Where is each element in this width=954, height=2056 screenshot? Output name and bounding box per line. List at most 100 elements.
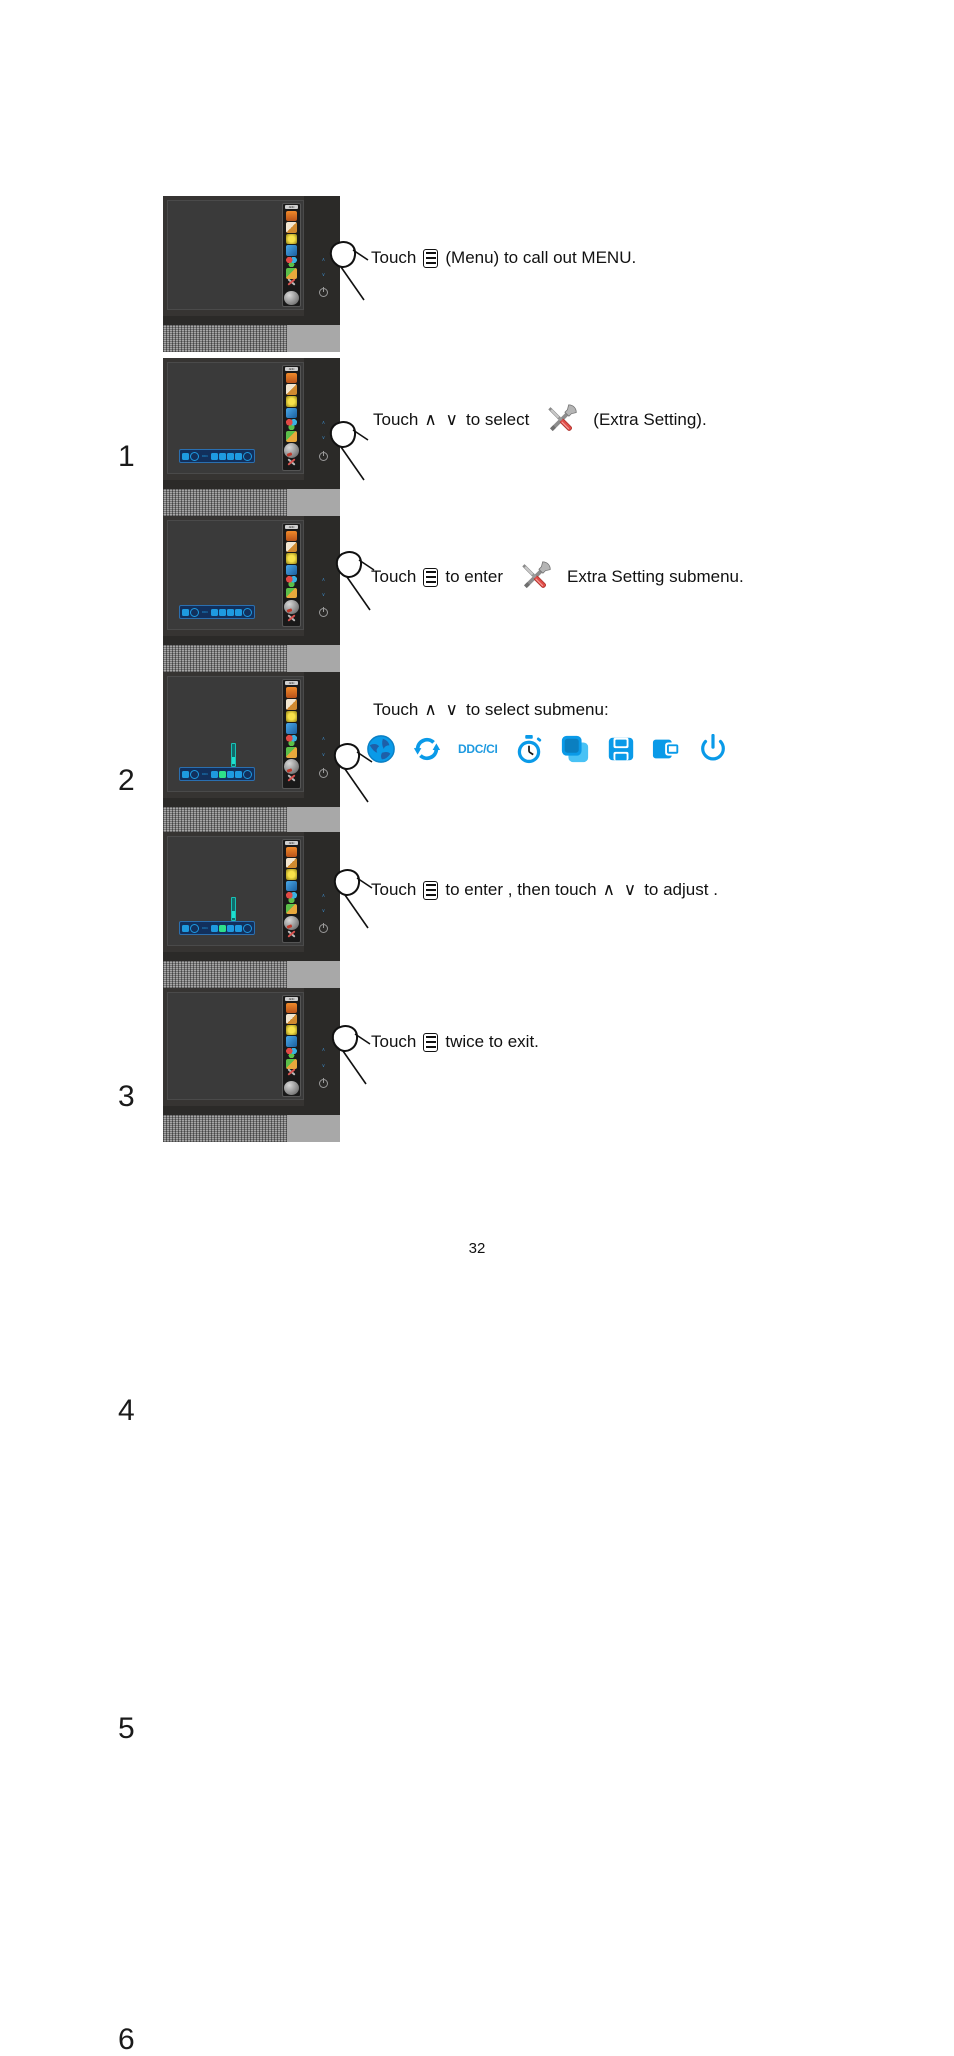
down-button[interactable]: ∨ <box>321 436 326 441</box>
osd-bar-off-timer-stopwatch-icon[interactable] <box>211 770 218 778</box>
image-ratio-icon[interactable] <box>652 734 682 764</box>
picture-boost-icon[interactable] <box>286 722 297 734</box>
osd-setup-icon[interactable] <box>286 576 297 587</box>
up-button[interactable]: ∧ <box>321 577 326 583</box>
luminance-icon[interactable] <box>286 530 297 541</box>
picture-mode-icon[interactable] <box>286 431 297 442</box>
osd-bar-off-timer-stopwatch-icon[interactable] <box>211 452 218 460</box>
osd-bar-language-globe-icon[interactable] <box>182 452 189 460</box>
picture-mode-icon[interactable] <box>286 746 297 758</box>
ddc-ci-icon[interactable]: DDC/CI <box>458 740 498 758</box>
osd-bar-image-save-icon[interactable] <box>227 770 234 778</box>
picture-mode-icon[interactable] <box>286 268 297 279</box>
power-icon[interactable] <box>698 734 728 764</box>
reset-refresh-icon[interactable] <box>412 734 442 764</box>
image-setup-icon[interactable] <box>286 541 297 553</box>
osd-bar-image-ratio-icon[interactable] <box>235 452 242 460</box>
up-button[interactable]: ∧ <box>321 420 326 426</box>
luminance-icon[interactable] <box>286 846 297 857</box>
luminance-icon[interactable] <box>286 210 297 222</box>
menu-icon[interactable] <box>423 248 439 268</box>
picture-boost-icon[interactable] <box>286 1036 297 1047</box>
osd-bar-reset-refresh-icon[interactable] <box>190 451 199 461</box>
up-button[interactable]: ∧ <box>321 736 326 742</box>
osd-setup-icon[interactable] <box>286 1047 297 1058</box>
up-down-arrow-icons[interactable]: ∧ ∨ <box>424 700 460 720</box>
osd-adjust-slider[interactable] <box>231 897 236 921</box>
osd-bar-image-save-icon[interactable] <box>227 452 234 460</box>
osd-bar-overlay-frames-icon[interactable] <box>219 770 226 778</box>
osd-bar-ddc-ci-icon[interactable]: DDC <box>200 925 210 932</box>
osd-bar-ddc-ci-icon[interactable]: DDC <box>200 771 210 778</box>
off-timer-stopwatch-icon[interactable] <box>514 734 544 764</box>
picture-mode-icon[interactable] <box>286 903 297 915</box>
extra-setting-icon[interactable] <box>286 616 297 626</box>
language-globe-icon[interactable] <box>366 734 396 764</box>
osd-bar-off-timer-stopwatch-icon[interactable] <box>211 608 218 616</box>
power-button[interactable] <box>319 451 328 462</box>
osd-bar-power-icon[interactable] <box>243 607 252 617</box>
menu-icon[interactable] <box>423 1032 439 1052</box>
osd-bar-power-icon[interactable] <box>243 451 252 461</box>
image-setup-icon[interactable] <box>286 857 297 869</box>
osd-bar-reset-refresh-icon[interactable] <box>190 923 199 933</box>
down-button[interactable]: ∨ <box>321 1063 326 1069</box>
luminance-icon[interactable] <box>286 686 297 698</box>
osd-bar-language-globe-icon[interactable] <box>182 770 189 778</box>
color-setup-icon[interactable] <box>286 233 297 245</box>
color-setup-icon[interactable] <box>286 395 297 407</box>
osd-bar-power-icon[interactable] <box>243 769 252 779</box>
osd-bar-language-globe-icon[interactable] <box>182 608 189 616</box>
picture-mode-icon[interactable] <box>286 587 297 599</box>
extra-setting-icon[interactable] <box>286 1070 297 1079</box>
osd-setup-icon[interactable] <box>286 256 297 268</box>
osd-bar-reset-refresh-icon[interactable] <box>190 769 199 779</box>
down-button[interactable]: ∨ <box>321 273 326 278</box>
color-setup-icon[interactable] <box>286 710 297 722</box>
menu-icon[interactable] <box>423 880 439 900</box>
osd-setup-icon[interactable] <box>286 892 297 903</box>
osd-bar-language-globe-icon[interactable] <box>182 924 189 932</box>
up-button[interactable]: ∧ <box>321 257 326 263</box>
osd-bar-image-ratio-icon[interactable] <box>235 608 242 616</box>
image-setup-icon[interactable] <box>286 222 297 233</box>
osd-bar-image-save-icon[interactable] <box>227 608 234 616</box>
extra-setting-icon[interactable] <box>286 460 297 470</box>
color-setup-icon[interactable] <box>286 1025 297 1036</box>
osd-bar-reset-refresh-icon[interactable] <box>190 607 199 617</box>
color-setup-icon[interactable] <box>286 553 297 564</box>
power-button[interactable] <box>319 768 328 779</box>
osd-bar-image-ratio-icon[interactable] <box>235 924 242 932</box>
image-save-icon[interactable] <box>606 734 636 764</box>
extra-setting-icon[interactable] <box>286 932 297 942</box>
osd-setup-icon[interactable] <box>286 734 297 746</box>
image-setup-icon[interactable] <box>286 698 297 710</box>
osd-bar-overlay-frames-icon[interactable] <box>219 924 226 932</box>
osd-bar-overlay-frames-icon[interactable] <box>219 452 226 460</box>
menu-icon[interactable] <box>423 567 439 587</box>
luminance-icon[interactable] <box>286 1002 297 1013</box>
image-setup-icon[interactable] <box>286 1013 297 1025</box>
power-button[interactable] <box>319 1077 328 1088</box>
osd-adjust-slider[interactable] <box>231 743 236 767</box>
power-button[interactable] <box>319 607 328 618</box>
osd-bar-overlay-frames-icon[interactable] <box>219 608 226 616</box>
up-button[interactable]: ∧ <box>321 1048 326 1053</box>
down-button[interactable]: ∨ <box>321 909 326 914</box>
power-button[interactable] <box>319 923 328 934</box>
up-down-arrow-icons[interactable]: ∧ ∨ <box>603 880 639 900</box>
osd-bar-off-timer-stopwatch-icon[interactable] <box>211 924 218 932</box>
osd-bar-power-icon[interactable] <box>243 923 252 933</box>
down-button[interactable]: ∨ <box>321 753 326 758</box>
image-setup-icon[interactable] <box>286 384 297 395</box>
up-button[interactable]: ∧ <box>321 893 326 899</box>
color-setup-icon[interactable] <box>286 869 297 880</box>
overlay-frames-icon[interactable] <box>560 734 590 764</box>
osd-setup-icon[interactable] <box>286 419 297 431</box>
down-button[interactable]: ∨ <box>321 593 326 598</box>
picture-boost-icon[interactable] <box>286 407 297 419</box>
picture-boost-icon[interactable] <box>286 245 297 256</box>
extra-setting-icon[interactable] <box>286 280 297 290</box>
luminance-icon[interactable] <box>286 372 297 384</box>
osd-bar-image-ratio-icon[interactable] <box>235 770 242 778</box>
